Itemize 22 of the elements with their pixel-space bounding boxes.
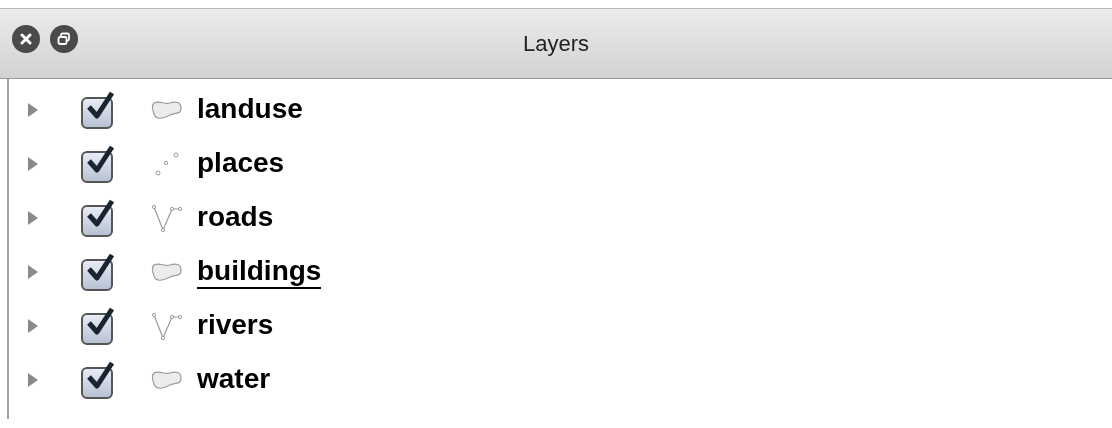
layer-name[interactable]: roads [197,201,274,235]
window-title: Layers [522,30,589,58]
close-button[interactable] [12,25,40,53]
float-button[interactable] [50,25,78,53]
close-icon [20,33,32,45]
polygon-icon [150,369,184,391]
line-icon [150,203,184,233]
layer-name[interactable]: water [197,363,271,397]
layer-checkbox[interactable] [81,145,115,183]
polygon-icon [150,99,184,121]
layer-checkbox[interactable] [81,253,115,291]
layer-checkbox[interactable] [81,307,115,345]
line-icon [150,311,184,341]
layer-checkbox[interactable] [81,361,115,399]
layer-name[interactable]: rivers [197,309,274,343]
layer-name[interactable]: buildings [197,255,322,289]
layer-checkbox[interactable] [81,199,115,237]
windows-icon [57,32,71,46]
layer-checkbox[interactable] [81,91,115,129]
layer-name[interactable]: places [197,147,285,181]
layer-name[interactable]: landuse [197,93,303,127]
polygon-icon [150,261,184,283]
